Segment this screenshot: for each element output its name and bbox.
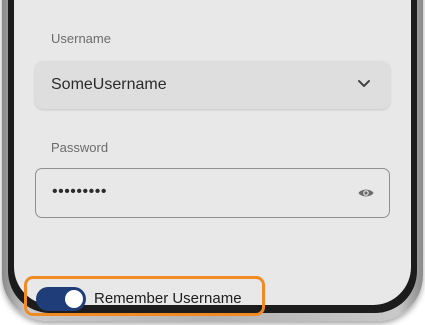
username-label: Username	[51, 31, 111, 46]
username-select[interactable]: SomeUsername	[35, 61, 390, 109]
eye-icon[interactable]	[357, 184, 375, 202]
remember-username-toggle[interactable]	[36, 287, 86, 311]
phone-screen: Username SomeUsername Password •••••••••	[14, 0, 411, 305]
password-label: Password	[51, 140, 109, 155]
toggle-knob	[65, 290, 83, 308]
username-selected-value: SomeUsername	[51, 76, 167, 93]
chevron-down-icon	[358, 80, 370, 87]
password-field[interactable]: •••••••••	[35, 168, 390, 218]
remember-username-label: Remember Username	[94, 290, 242, 307]
password-masked-value: •••••••••	[52, 183, 107, 200]
